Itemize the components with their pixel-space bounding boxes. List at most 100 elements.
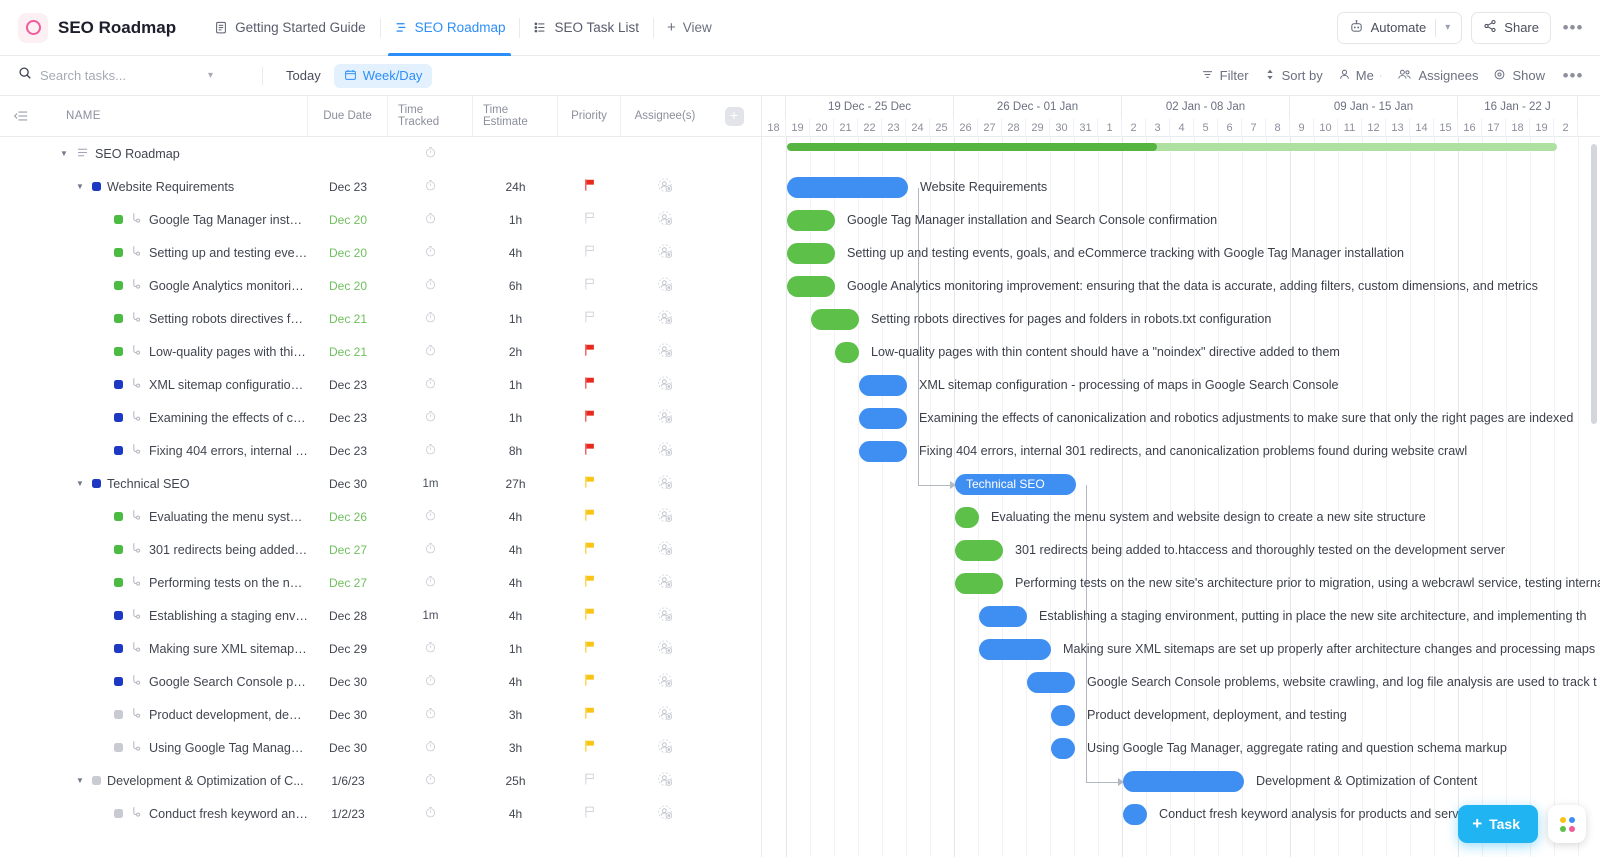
gantt-bar[interactable] <box>955 507 979 528</box>
sort-button[interactable]: Sort by <box>1264 68 1323 84</box>
task-name-cell[interactable]: Google Search Console prob... <box>0 673 308 690</box>
assignee-cell[interactable] <box>621 507 709 527</box>
task-name-cell[interactable]: Google Tag Manager installa... <box>0 211 308 228</box>
time-estimate-cell[interactable]: 1h <box>473 312 558 326</box>
due-date-cell[interactable]: Dec 29 <box>308 642 388 656</box>
add-assignee-icon[interactable] <box>657 309 674 329</box>
expand-collapse-caret-icon[interactable]: ▼ <box>76 479 86 488</box>
time-estimate-cell[interactable]: 3h <box>473 708 558 722</box>
gantt-bar[interactable] <box>1123 804 1147 825</box>
priority-cell[interactable] <box>558 508 621 525</box>
gantt-bar[interactable] <box>955 540 1003 561</box>
table-row[interactable]: Evaluating the menu system ... Dec 26 4h <box>0 500 761 533</box>
collapse-panel-button[interactable] <box>0 96 42 136</box>
task-name-cell[interactable]: Setting robots directives for ... <box>0 310 308 327</box>
show-button[interactable]: Show <box>1493 68 1545 84</box>
task-name-cell[interactable]: 301 redirects being added to... <box>0 541 308 558</box>
add-assignee-icon[interactable] <box>657 507 674 527</box>
column-header-assignees[interactable]: Assignee(s) <box>621 96 709 136</box>
expand-collapse-caret-icon[interactable]: ▼ <box>60 149 70 158</box>
time-estimate-cell[interactable]: 6h <box>473 279 558 293</box>
assignee-cell[interactable] <box>621 243 709 263</box>
gantt-bar[interactable] <box>979 606 1027 627</box>
search-box[interactable]: ▾ <box>18 66 248 85</box>
timer-icon[interactable] <box>424 773 437 789</box>
add-view-button[interactable]: + View <box>653 0 726 56</box>
time-estimate-cell[interactable]: 25h <box>473 774 558 788</box>
time-tracked-cell[interactable] <box>388 376 473 393</box>
search-input[interactable] <box>40 68 200 83</box>
due-date-cell[interactable]: Dec 27 <box>308 576 388 590</box>
gantt-bar[interactable]: Technical SEO <box>955 474 1076 495</box>
priority-cell[interactable] <box>558 475 621 492</box>
table-row[interactable]: Examining the effects of can... Dec 23 1h <box>0 401 761 434</box>
sub-toolbar-more-button[interactable]: ••• <box>1560 63 1586 89</box>
time-estimate-cell[interactable]: 1h <box>473 378 558 392</box>
task-name-cell[interactable]: Low-quality pages with thin ... <box>0 343 308 360</box>
priority-cell[interactable] <box>558 706 621 723</box>
time-estimate-cell[interactable]: 4h <box>473 246 558 260</box>
add-assignee-icon[interactable] <box>657 408 674 428</box>
task-name-cell[interactable]: ▼ Development & Optimization of C... <box>0 774 308 788</box>
add-assignee-icon[interactable] <box>657 639 674 659</box>
add-assignee-icon[interactable] <box>657 540 674 560</box>
assignee-cell[interactable] <box>621 705 709 725</box>
assignee-cell[interactable] <box>621 309 709 329</box>
due-date-cell[interactable]: Dec 30 <box>308 477 388 491</box>
assignee-cell[interactable] <box>621 441 709 461</box>
time-tracked-cell[interactable] <box>388 244 473 261</box>
timer-icon[interactable] <box>424 542 437 558</box>
task-name-cell[interactable]: Evaluating the menu system ... <box>0 508 308 525</box>
time-estimate-cell[interactable]: 4h <box>473 609 558 623</box>
gantt-bar[interactable] <box>787 177 908 198</box>
priority-cell[interactable] <box>558 244 621 261</box>
filter-button[interactable]: Filter <box>1201 68 1249 84</box>
priority-cell[interactable] <box>558 541 621 558</box>
time-tracked-cell[interactable] <box>388 145 473 162</box>
add-assignee-icon[interactable] <box>657 342 674 362</box>
view-tab-seo-task-list[interactable]: SEO Task List <box>519 0 653 56</box>
add-assignee-icon[interactable] <box>657 276 674 296</box>
assignee-cell[interactable] <box>621 342 709 362</box>
add-assignee-icon[interactable] <box>657 738 674 758</box>
time-tracked-cell[interactable] <box>388 805 473 822</box>
due-date-cell[interactable]: Dec 20 <box>308 279 388 293</box>
timer-icon[interactable] <box>424 377 437 393</box>
gantt-bar[interactable] <box>1051 705 1075 726</box>
due-date-cell[interactable]: Dec 20 <box>308 246 388 260</box>
expand-collapse-caret-icon[interactable]: ▼ <box>76 182 86 191</box>
task-name-cell[interactable]: Conduct fresh keyword analy... <box>0 805 308 822</box>
chevron-down-icon[interactable]: ▾ <box>1445 22 1450 33</box>
assignee-cell[interactable] <box>621 606 709 626</box>
assignee-cell[interactable] <box>621 210 709 230</box>
gantt-bar[interactable] <box>859 441 907 462</box>
add-assignee-icon[interactable] <box>657 672 674 692</box>
time-tracked-cell[interactable] <box>388 541 473 558</box>
assignee-cell[interactable] <box>621 177 709 197</box>
assignee-cell[interactable] <box>621 771 709 791</box>
timer-icon[interactable] <box>424 245 437 261</box>
table-row[interactable]: Establishing a staging enviro... Dec 28 1m… <box>0 599 761 632</box>
assignee-cell[interactable] <box>621 573 709 593</box>
assignee-cell[interactable] <box>621 804 709 824</box>
priority-cell[interactable] <box>558 739 621 756</box>
add-assignee-icon[interactable] <box>657 441 674 461</box>
task-name-cell[interactable]: Product development, deplo... <box>0 706 308 723</box>
add-assignee-icon[interactable] <box>657 771 674 791</box>
time-tracked-cell[interactable] <box>388 673 473 690</box>
table-row[interactable]: 301 redirects being added to... Dec 27 4h <box>0 533 761 566</box>
assignee-cell[interactable] <box>621 474 709 494</box>
gantt-bar[interactable] <box>1123 771 1244 792</box>
task-name-cell[interactable]: Fixing 404 errors, internal 30... <box>0 442 308 459</box>
time-estimate-cell[interactable]: 4h <box>473 510 558 524</box>
gantt-bar[interactable] <box>787 210 835 231</box>
time-tracked-cell[interactable] <box>388 343 473 360</box>
timer-icon[interactable] <box>424 707 437 723</box>
column-header-time-tracked[interactable]: Time Tracked <box>388 96 473 136</box>
column-header-name[interactable]: NAME <box>42 96 308 136</box>
timer-icon[interactable] <box>424 641 437 657</box>
assignee-cell[interactable] <box>621 408 709 428</box>
table-row-parent[interactable]: ▼ Technical SEO Dec 30 1m 27h <box>0 467 761 500</box>
task-name-cell[interactable]: Establishing a staging enviro... <box>0 607 308 624</box>
due-date-cell[interactable]: Dec 21 <box>308 312 388 326</box>
